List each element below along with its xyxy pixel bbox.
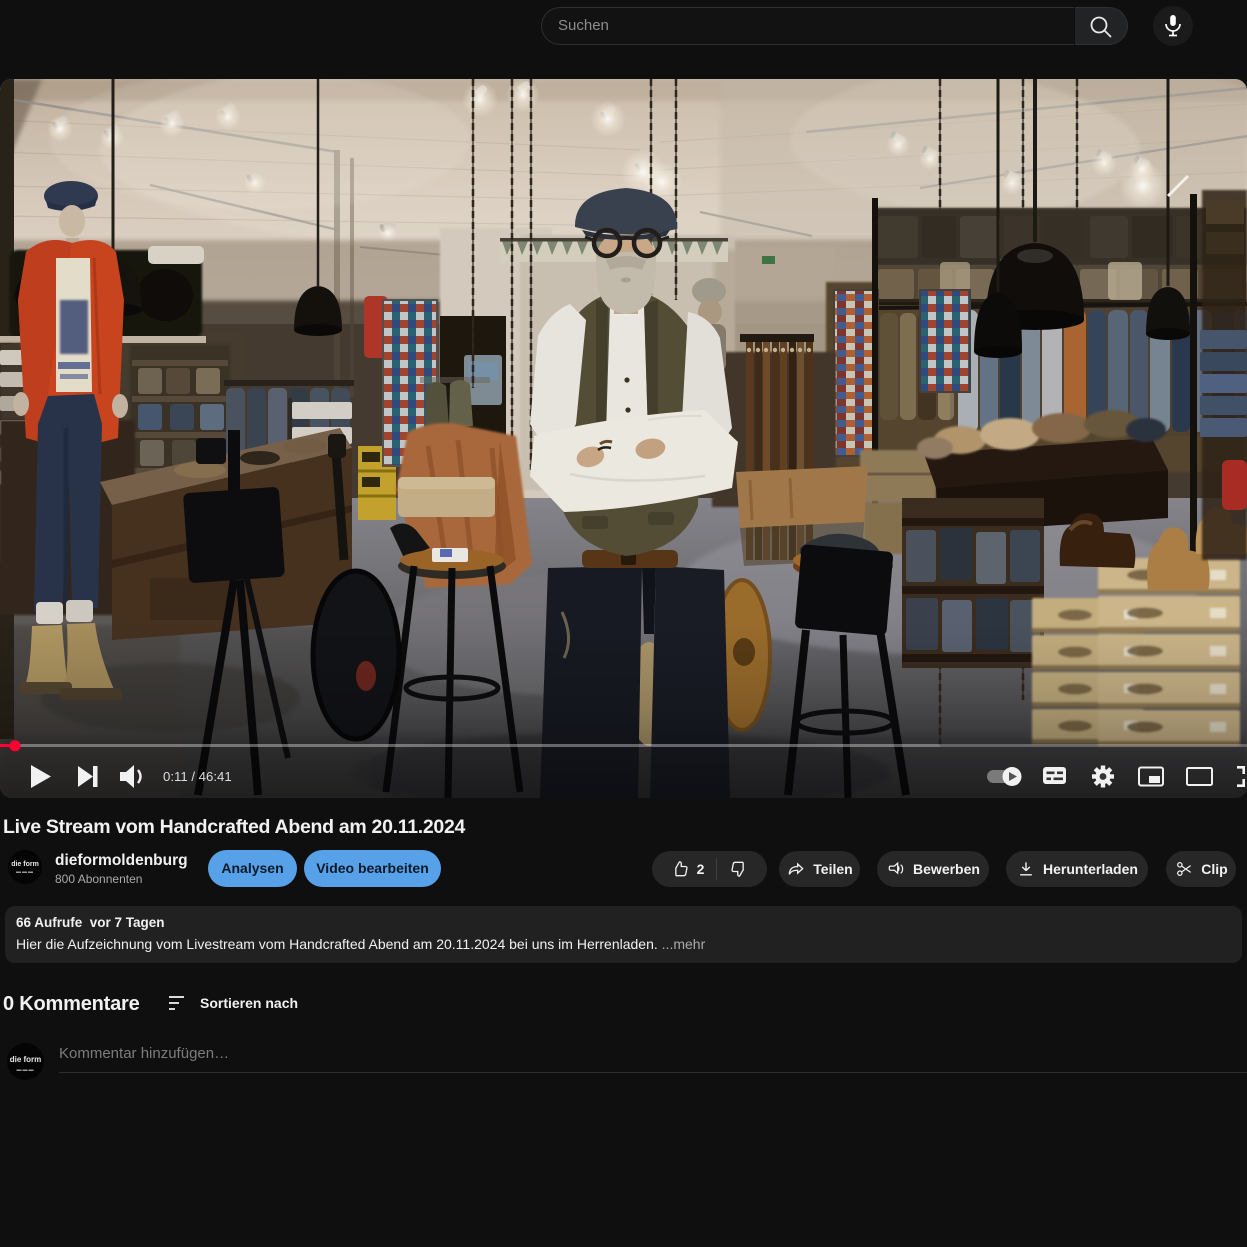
svg-text:0:11 / 46:41: 0:11 / 46:41 (163, 769, 232, 784)
